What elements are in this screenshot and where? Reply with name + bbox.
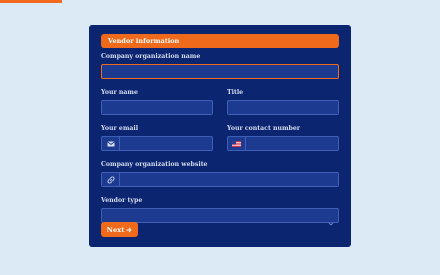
link-icon (102, 173, 120, 186)
contact-number-label: Your contact number (227, 125, 301, 132)
chevron-down-icon (328, 212, 334, 231)
vendor-type-select[interactable] (101, 208, 339, 226)
title-label: Title (227, 89, 244, 96)
next-button-label: Next (106, 225, 125, 234)
website-input[interactable] (101, 172, 339, 187)
your-name-input[interactable] (101, 100, 213, 115)
your-name-label: Your name (101, 89, 138, 96)
arrow-right-icon (126, 227, 132, 233)
email-label: Your email (101, 125, 139, 132)
company-name-label: Company organization name (101, 53, 201, 60)
company-name-input[interactable] (101, 64, 339, 79)
email-input[interactable] (101, 136, 213, 151)
vendor-form-card: Vendor information Company organization … (89, 25, 351, 247)
contact-number-input[interactable] (227, 136, 339, 151)
website-label: Company organization website (101, 161, 208, 168)
title-input[interactable] (227, 100, 339, 115)
next-button[interactable]: Next (101, 222, 138, 237)
us-flag-icon[interactable] (228, 137, 246, 150)
vendor-type-label: Vendor type (101, 197, 143, 204)
section-header: Vendor information (101, 34, 339, 48)
top-progress-bar (0, 0, 62, 3)
mail-icon (102, 137, 120, 150)
